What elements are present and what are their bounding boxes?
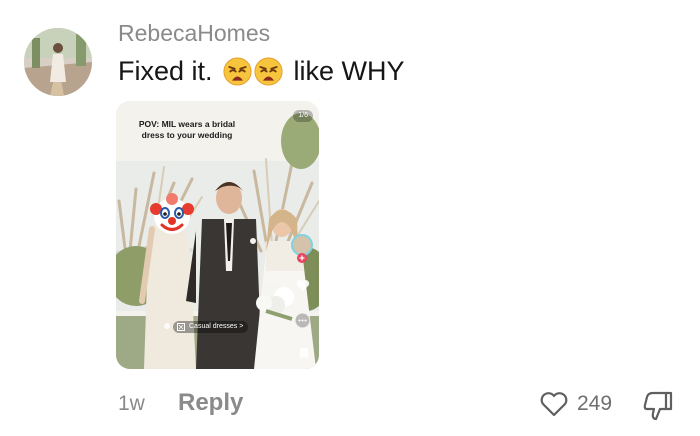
bookmark-icon[interactable] — [299, 347, 309, 360]
comment-text: Fixed it. like WHY — [118, 56, 405, 87]
heart-icon[interactable] — [296, 279, 310, 292]
reply-button[interactable]: Reply — [178, 389, 243, 417]
more-icon[interactable] — [295, 313, 310, 328]
chevron-right-icon: > — [239, 323, 244, 330]
weary-face-emoji — [222, 57, 252, 86]
attached-media[interactable]: 1/6 POV: MIL wears a bridal dress to you… — [116, 101, 319, 369]
pill-label: Casual dresses — [189, 323, 238, 330]
plus-icon[interactable] — [297, 253, 307, 263]
username[interactable]: RebecaHomes — [118, 20, 270, 47]
video-caption: POV: MIL wears a bridal dress to your we… — [116, 119, 258, 141]
caption-line: dress to your wedding — [141, 130, 233, 140]
weary-face-emoji — [253, 57, 283, 86]
comment-text-end: like WHY — [293, 56, 405, 86]
page-indicator: 1/6 — [293, 110, 313, 122]
pill-dot — [164, 323, 170, 329]
like-count: 249 — [577, 392, 613, 415]
comment-text-start: Fixed it. — [118, 56, 213, 86]
dislike-icon[interactable] — [640, 389, 674, 423]
product-pill[interactable]: Casual dresses > — [173, 321, 249, 333]
caption-line: POV: MIL wears a bridal — [138, 119, 236, 129]
heart-outline-icon[interactable] — [539, 389, 569, 419]
shopping-tag-icon — [177, 323, 185, 331]
comment-time: 1w — [118, 392, 145, 415]
avatar-photo — [24, 28, 92, 96]
avatar[interactable] — [24, 28, 92, 96]
